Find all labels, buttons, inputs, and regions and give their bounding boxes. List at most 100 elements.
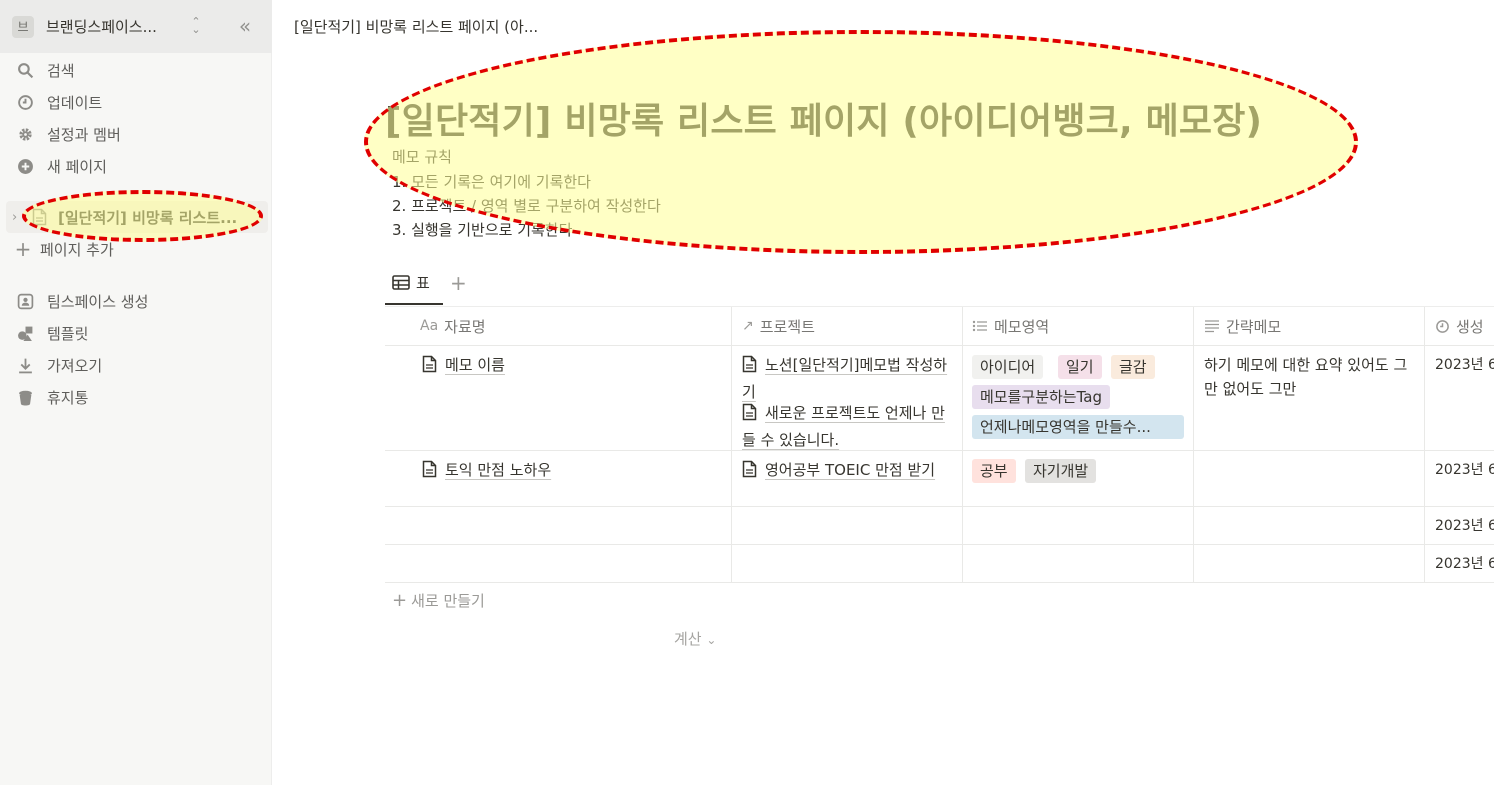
document-icon: [742, 460, 757, 485]
tag[interactable]: 아이디어: [972, 355, 1044, 379]
row-title[interactable]: 토익 만점 노하우: [445, 461, 551, 479]
clock-icon: [14, 91, 36, 113]
created-date[interactable]: 2023년 6: [1435, 353, 1494, 377]
column-divider: [962, 307, 963, 583]
column-header-label: 간략메모: [1226, 317, 1282, 336]
created-date[interactable]: 2023년 6: [1435, 458, 1494, 482]
shapes-icon: [14, 322, 36, 344]
column-header-project[interactable]: ↗ 프로젝트: [742, 307, 815, 345]
sidebar-item-label: 검색: [47, 61, 75, 80]
trash-icon: [14, 386, 36, 408]
sidebar-page-current[interactable]: › [일단적기] 비망록 리스트...: [6, 201, 268, 233]
row-title[interactable]: 메모 이름: [445, 356, 505, 374]
project-link[interactable]: 노션[일단적기]메모법 작성하기: [742, 353, 952, 404]
search-icon: [14, 59, 36, 81]
table-row-name[interactable]: 메모 이름: [422, 353, 505, 380]
column-divider: [731, 307, 732, 583]
tab-table-view[interactable]: 표: [392, 272, 430, 306]
row-divider: [385, 345, 1494, 346]
chevron-right-icon[interactable]: ›: [12, 210, 26, 225]
row-divider: [385, 544, 1494, 545]
column-header-created[interactable]: 생성: [1435, 307, 1484, 345]
sidebar-item-label: 새 페이지: [47, 157, 107, 176]
row-divider: [385, 582, 1494, 583]
description-line[interactable]: 1. 모든 기록은 여기에 기록한다: [392, 171, 591, 192]
new-row-button[interactable]: + 새로 만들기: [392, 590, 485, 611]
calculate-button[interactable]: 계산 ⌄: [674, 628, 716, 649]
sidebar: 브 브랜딩스페이스... ⌃ ⌄ « 검색 업데이트 설정과 멤버 새 페이지 ›…: [0, 0, 272, 785]
tab-label: 표: [416, 274, 430, 292]
table-icon: [392, 275, 410, 294]
description-line[interactable]: 3. 실행을 기반으로 기록한다: [392, 219, 572, 240]
new-row-label: 새로 만들기: [411, 592, 485, 610]
document-icon: [422, 460, 437, 485]
document-icon: [28, 208, 50, 226]
tag[interactable]: 메모를구분하는Tag: [972, 385, 1110, 409]
project-link[interactable]: 새로운 프로젝트도 언제나 만들 수 있습니다.: [742, 401, 952, 452]
project-link[interactable]: 영어공부 TOEIC 만점 받기: [742, 458, 952, 485]
sidebar-item-label: 휴지통: [47, 388, 89, 407]
description-line[interactable]: 메모 규칙: [392, 146, 452, 167]
row-divider: [385, 506, 1494, 507]
list-icon: [972, 319, 988, 333]
sidebar-item-import[interactable]: 가져오기: [0, 350, 272, 380]
add-page-button[interactable]: + 페이지 추가: [0, 234, 272, 264]
sidebar-item-new-page[interactable]: 새 페이지: [0, 151, 272, 181]
add-view-button[interactable]: +: [450, 272, 467, 294]
sidebar-item-updates[interactable]: 업데이트: [0, 87, 272, 117]
document-icon: [742, 355, 757, 380]
text-type-icon: Aa: [420, 318, 439, 334]
add-page-label: 페이지 추가: [40, 240, 114, 259]
sidebar-item-label: 템플릿: [47, 324, 89, 343]
divider: [385, 306, 1494, 307]
workspace-avatar: 브: [12, 15, 34, 38]
workspace-name: 브랜딩스페이스...: [46, 18, 157, 36]
table-row-name[interactable]: 토익 만점 노하우: [422, 458, 551, 485]
tag[interactable]: 일기: [1058, 355, 1102, 379]
column-header-label: 자료명: [444, 317, 486, 336]
project-title: 새로운 프로젝트도 언제나 만들 수 있습니다.: [742, 404, 945, 449]
document-icon: [422, 355, 437, 380]
column-header-label: 메모영역: [994, 317, 1050, 336]
project-title: 노션[일단적기]메모법 작성하기: [742, 356, 948, 401]
column-header-name[interactable]: Aa 자료명: [420, 307, 486, 345]
page-title[interactable]: [일단적기] 비망록 리스트 페이지 (아이디어뱅크, 메모장): [385, 92, 1262, 144]
sidebar-item-search[interactable]: 검색: [0, 55, 272, 85]
project-title: 영어공부 TOEIC 만점 받기: [765, 461, 936, 479]
calculate-label: 계산: [674, 630, 702, 648]
chevron-updown-icon[interactable]: ⌃ ⌄: [188, 16, 204, 36]
column-header-memo[interactable]: 간략메모: [1204, 307, 1281, 345]
breadcrumb[interactable]: [일단적기] 비망록 리스트 페이지 (아...: [294, 16, 538, 37]
sidebar-item-settings[interactable]: 설정과 멤버: [0, 119, 272, 149]
memo-text[interactable]: 하기 메모에 대한 요약 있어도 그만 없어도 그만: [1204, 353, 1414, 401]
tag[interactable]: 언제나메모영역을 만들수...: [972, 415, 1184, 439]
tag[interactable]: 글감: [1111, 355, 1155, 379]
created-date[interactable]: 2023년 6: [1435, 552, 1494, 576]
gear-icon: [14, 123, 36, 145]
plus-circle-icon: [14, 155, 36, 177]
sidebar-page-label: [일단적기] 비망록 리스트...: [58, 208, 238, 227]
plus-icon: +: [392, 590, 408, 611]
sidebar-item-trash[interactable]: 휴지통: [0, 382, 272, 412]
column-header-label: 프로젝트: [759, 317, 815, 336]
active-tab-indicator: [385, 303, 443, 305]
tag[interactable]: 공부: [972, 459, 1016, 483]
sidebar-item-templates[interactable]: 템플릿: [0, 318, 272, 348]
lines-icon: [1204, 319, 1220, 333]
created-date[interactable]: 2023년 6: [1435, 514, 1494, 538]
column-header-memo-area[interactable]: 메모영역: [972, 307, 1049, 345]
description-line[interactable]: 2. 프로젝트 / 영역 별로 구분하여 작성한다: [392, 195, 661, 216]
sidebar-item-label: 가져오기: [47, 356, 103, 375]
collapse-sidebar-icon[interactable]: «: [234, 16, 256, 38]
sidebar-item-label: 업데이트: [47, 93, 103, 112]
sidebar-item-label: 설정과 멤버: [47, 125, 121, 144]
tag[interactable]: 자기개발: [1025, 459, 1097, 483]
clock-icon: [1435, 319, 1450, 334]
sidebar-item-teamspace[interactable]: 팀스페이스 생성: [0, 286, 272, 316]
column-divider: [1193, 307, 1194, 583]
workspace-switcher[interactable]: 브 브랜딩스페이스... ⌃ ⌄ «: [0, 0, 272, 53]
sidebar-item-label: 팀스페이스 생성: [47, 292, 149, 311]
document-icon: [742, 403, 757, 428]
column-header-label: 생성: [1456, 317, 1484, 336]
plus-icon: +: [14, 237, 32, 261]
